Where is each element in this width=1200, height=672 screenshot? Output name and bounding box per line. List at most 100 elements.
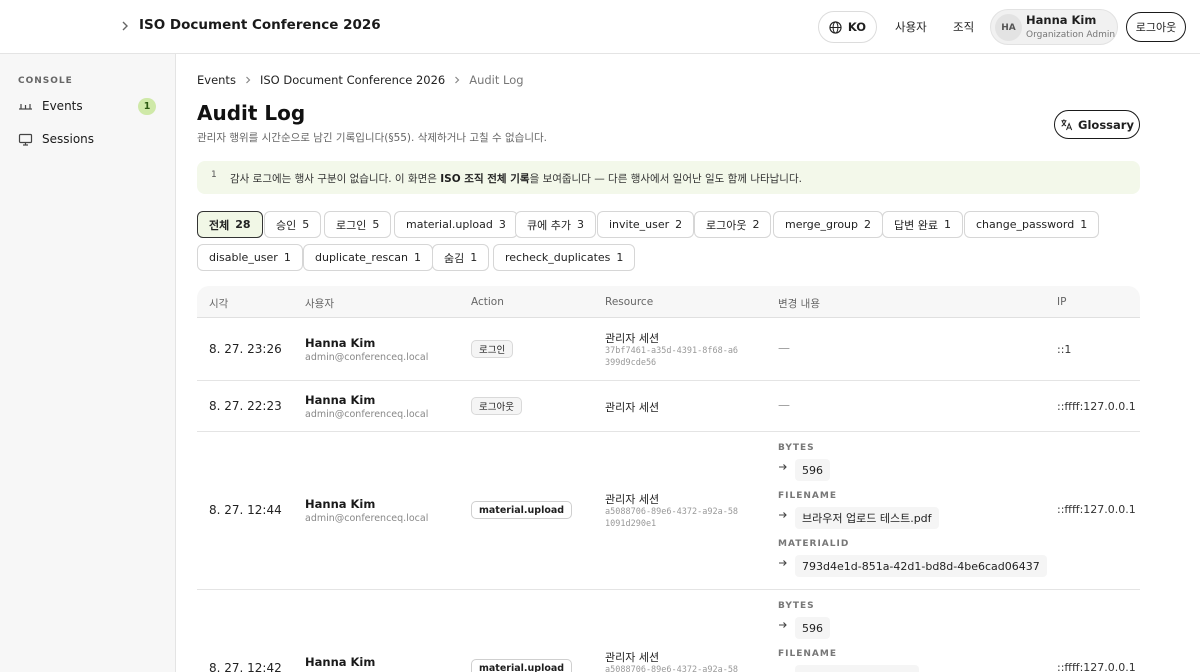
filter-chip-disable-user[interactable]: disable_user 1 xyxy=(197,244,303,271)
chevron-right-icon xyxy=(246,76,251,84)
row-user-email: admin@conferenceq.local xyxy=(305,409,429,420)
chevron-right-icon xyxy=(455,76,460,84)
row-ip: ::1 xyxy=(1057,343,1072,356)
filter-chip-all[interactable]: 전체 28 xyxy=(197,211,263,238)
user-role: Organization Admin xyxy=(1026,30,1116,40)
filter-chip-merge-group[interactable]: merge_group 2 xyxy=(773,211,884,238)
filter-chip-logout[interactable]: 로그아웃 2 xyxy=(694,211,772,238)
row-action-badge: material.upload xyxy=(471,659,573,672)
nav-orgs-link[interactable]: 조직 xyxy=(953,19,974,35)
events-icon xyxy=(19,103,32,110)
row-user-email: admin@conferenceq.local xyxy=(305,352,429,363)
change-value-bytes: 596 xyxy=(795,459,830,481)
row-user-email: admin@conferenceq.local xyxy=(305,513,429,524)
logout-button[interactable]: 로그아웃 xyxy=(1126,12,1186,42)
events-count-badge: 1 xyxy=(138,98,156,115)
audit-log-table: 시각 사용자 Action Resource 변경 내용 IP 8. 27. 2… xyxy=(197,286,1140,672)
row-user-name: Hanna Kim xyxy=(305,336,376,350)
change-value-filename xyxy=(795,665,919,672)
row-change-empty: — xyxy=(778,398,790,412)
row-ip: ::ffff:127.0.0.1 xyxy=(1057,661,1136,672)
column-header-user: 사용자 xyxy=(305,298,334,310)
avatar: HA xyxy=(995,14,1022,41)
sidebar: CONSOLE Events 1 Sessions xyxy=(0,54,176,672)
info-notice: 1 감사 로그에는 행사 구분이 없습니다. 이 화면은 ISO 조직 전체 기… xyxy=(197,161,1140,194)
top-header: ISO Document Conference 2026 KO 사용자 조직 H… xyxy=(0,0,1200,54)
row-action-badge: 로그아웃 xyxy=(471,397,522,415)
table-row: 8. 27. 12:44 Hanna Kim admin@conferenceq… xyxy=(197,432,1140,590)
chevron-right-icon[interactable] xyxy=(118,19,132,33)
language-label: KO xyxy=(847,20,867,34)
filter-chip-recheck-duplicates[interactable]: recheck_duplicates 1 xyxy=(493,244,636,271)
change-key-materialid: MATERIALID xyxy=(778,539,850,549)
change-value-materialid: 793d4e1d-851a-42d1-bd8d-4be6cad06437 xyxy=(795,555,1047,577)
row-resource: 관리자 세션 xyxy=(605,332,660,345)
filter-chip-approve[interactable]: 승인 5 xyxy=(264,211,322,238)
table-header: 시각 사용자 Action Resource 변경 내용 IP xyxy=(197,286,1140,318)
glossary-label: Glossary xyxy=(1078,117,1134,132)
filter-chip-login[interactable]: 로그인 5 xyxy=(324,211,392,238)
change-value-bytes: 596 xyxy=(795,617,830,639)
table-row: 8. 27. 12:42 Hanna Kim material.upload 관… xyxy=(197,590,1140,672)
row-resource: 관리자 세션 xyxy=(605,651,660,664)
row-resource-id: 37bf7461-a35d-4391-8f68-a6 399d9cde56 xyxy=(605,346,739,368)
filter-chip-hide[interactable]: 숨김 1 xyxy=(432,244,490,271)
nav-users-link[interactable]: 사용자 xyxy=(895,19,927,35)
row-ip: ::ffff:127.0.0.1 xyxy=(1057,503,1136,516)
filter-chip-material-upload[interactable]: material.upload 3 xyxy=(394,211,518,238)
page-title: Audit Log xyxy=(197,101,306,125)
language-button[interactable]: KO xyxy=(818,11,877,43)
row-resource: 관리자 세션 xyxy=(605,493,660,506)
change-value-filename: 브라우저 업로드 테스트.pdf xyxy=(795,507,939,529)
event-title: ISO Document Conference 2026 xyxy=(139,17,381,33)
filter-chip-invite-user[interactable]: invite_user 2 xyxy=(597,211,695,238)
sidebar-item-sessions[interactable]: Sessions xyxy=(10,125,166,153)
user-name: Hanna Kim xyxy=(1026,13,1097,27)
table-row: 8. 27. 23:26 Hanna Kim admin@conferenceq… xyxy=(197,318,1140,381)
sidebar-item-events[interactable]: Events 1 xyxy=(10,92,166,120)
notice-marker: 1 xyxy=(211,170,217,180)
sidebar-section-label: CONSOLE xyxy=(18,76,73,86)
translate-icon xyxy=(1061,119,1073,131)
user-menu[interactable]: HA Hanna Kim Organization Admin xyxy=(990,9,1118,45)
arrow-right-icon xyxy=(779,622,787,628)
row-user-name: Hanna Kim xyxy=(305,655,376,669)
row-time: 8. 27. 12:42 xyxy=(209,661,282,672)
breadcrumb-current: Audit Log xyxy=(469,73,524,87)
arrow-right-icon xyxy=(779,512,787,518)
table-row: 8. 27. 22:23 Hanna Kim admin@conferenceq… xyxy=(197,381,1140,432)
row-resource-id: a5088706-89e6-4372-a92a-58 xyxy=(605,665,739,672)
sidebar-item-label: Sessions xyxy=(42,132,95,146)
column-header-ip: IP xyxy=(1057,296,1067,308)
row-action-badge: material.upload xyxy=(471,501,573,519)
breadcrumb: Events ISO Document Conference 2026 Audi… xyxy=(197,73,524,87)
breadcrumb-event[interactable]: ISO Document Conference 2026 xyxy=(260,73,445,87)
change-key-bytes: BYTES xyxy=(778,443,815,453)
globe-icon xyxy=(829,20,842,34)
row-time: 8. 27. 23:26 xyxy=(209,342,282,356)
row-time: 8. 27. 12:44 xyxy=(209,503,282,517)
page-subtitle: 관리자 행위를 시간순으로 남긴 기록입니다(§55). 삭제하거나 고칠 수 … xyxy=(197,132,547,144)
row-ip: ::ffff:127.0.0.1 xyxy=(1057,400,1136,413)
change-key-filename: FILENAME xyxy=(778,649,837,659)
breadcrumb-events[interactable]: Events xyxy=(197,73,236,87)
column-header-time: 시각 xyxy=(209,298,229,310)
row-user-name: Hanna Kim xyxy=(305,497,376,511)
column-header-resource: Resource xyxy=(605,296,654,308)
sidebar-item-label: Events xyxy=(42,99,83,113)
filter-chip-answered[interactable]: 답변 완료 1 xyxy=(882,211,963,238)
row-time: 8. 27. 22:23 xyxy=(209,399,282,413)
row-resource-id: a5088706-89e6-4372-a92a-58 1091d290e1 xyxy=(605,507,739,529)
filter-chip-change-password[interactable]: change_password 1 xyxy=(964,211,1100,238)
row-resource: 관리자 세션 xyxy=(605,401,660,414)
arrow-right-icon xyxy=(779,560,787,566)
change-key-bytes: BYTES xyxy=(778,601,815,611)
notice-text: 감사 로그에는 행사 구분이 없습니다. 이 화면은 ISO 조직 전체 기록을… xyxy=(230,173,802,185)
glossary-button[interactable]: Glossary xyxy=(1054,110,1140,139)
arrow-right-icon xyxy=(779,464,787,470)
filter-chip-duplicate-rescan[interactable]: duplicate_rescan 1 xyxy=(303,244,433,271)
filter-chip-queue-add[interactable]: 큐에 추가 3 xyxy=(515,211,596,238)
change-key-filename: FILENAME xyxy=(778,491,837,501)
row-action-badge: 로그인 xyxy=(471,340,514,358)
row-change-empty: — xyxy=(778,341,790,355)
